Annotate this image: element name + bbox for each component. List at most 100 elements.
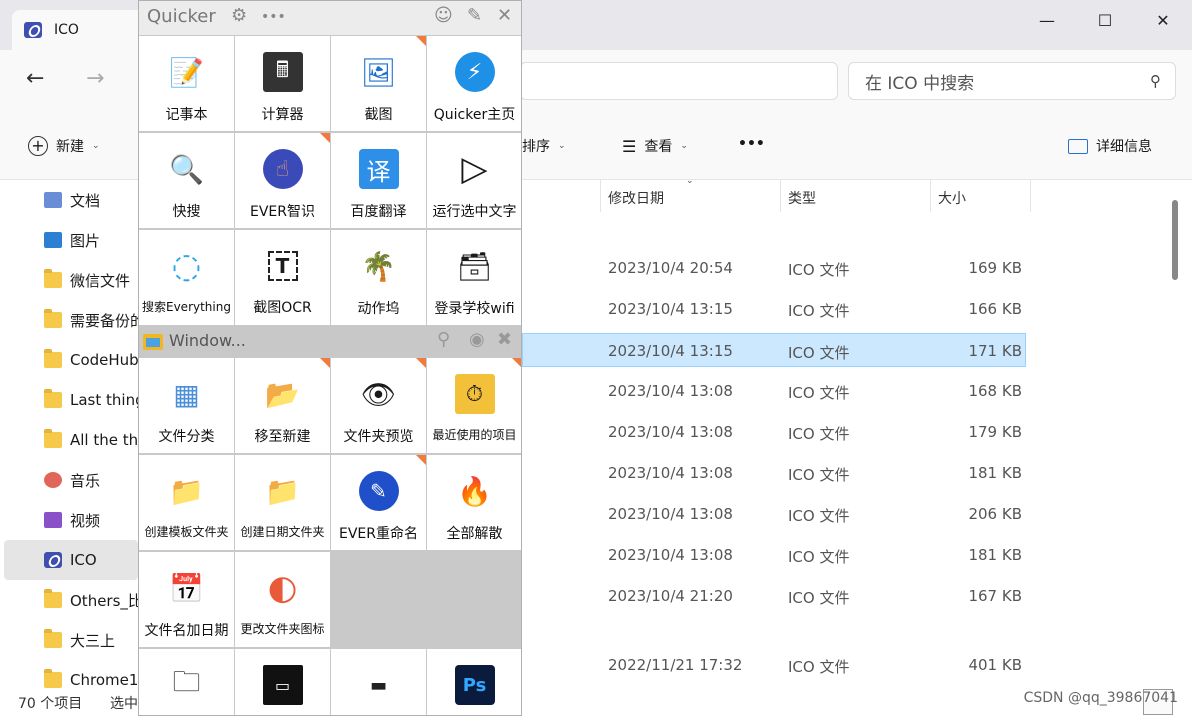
address-bar[interactable]	[520, 62, 838, 100]
selection-status: 选中	[110, 696, 138, 712]
column-separator[interactable]	[600, 180, 601, 212]
sidebar-item-ico[interactable]: ICO	[4, 540, 138, 580]
pin-icon[interactable]: ✎	[467, 5, 482, 26]
forward-arrow-icon[interactable]: →	[86, 66, 104, 91]
table-row[interactable]: 2023/10/4 13:08 ICO 文件 181 KB	[522, 538, 1026, 572]
gear-icon[interactable]: ⚙	[231, 5, 247, 26]
folder-icon	[44, 389, 62, 408]
table-row[interactable]: 2022/11/21 17:32 ICO 文件 401 KB	[522, 648, 1026, 682]
search-icon[interactable]: ⚲	[437, 329, 450, 350]
column-separator[interactable]	[1030, 180, 1031, 212]
action-quicker-home[interactable]: ⚡ Quicker主页	[427, 36, 521, 131]
folder-icon	[44, 589, 62, 608]
sidebar-item-pictures[interactable]: 图片	[4, 220, 138, 260]
action-calculator[interactable]: 🖩 计算器	[235, 36, 330, 131]
view-button[interactable]: ☰ 查看 ⌄	[622, 136, 688, 156]
sidebar-item-label: Others_比	[70, 591, 138, 610]
column-separator[interactable]	[930, 180, 931, 212]
sidebar-item-label: 大三上	[70, 631, 116, 650]
sidebar-item-label: 视频	[70, 511, 101, 530]
column-header-date[interactable]: 修改日期	[608, 188, 664, 208]
table-row[interactable]: 2023/10/4 13:08 ICO 文件 179 KB	[522, 415, 1026, 449]
action-recent-items[interactable]: ⏱ 最近使用的项目	[427, 358, 521, 453]
sidebar-item-last-thing[interactable]: Last thing	[4, 380, 138, 420]
action-baidu-translate[interactable]: 译百度翻译	[331, 133, 426, 228]
ocr-icon: T	[267, 251, 298, 281]
close-button[interactable]: ✕	[1134, 0, 1192, 40]
sidebar-item-backup[interactable]: 需要备份的	[4, 300, 138, 340]
lock-icon[interactable]: ◉	[469, 329, 485, 350]
maximize-button[interactable]: ☐	[1076, 0, 1134, 40]
sidebar-item-music[interactable]: 音乐	[4, 460, 138, 500]
action-dock[interactable]: 🌴 动作坞	[331, 230, 426, 325]
sidebar-item-junior[interactable]: 大三上	[4, 620, 138, 660]
table-row[interactable]: 2023/10/4 13:08 ICO 文件 206 KB	[522, 497, 1026, 531]
action-slot[interactable]: Ps	[427, 649, 521, 715]
row-date: 2023/10/4 13:15	[608, 300, 733, 318]
sidebar-item-wechat[interactable]: 微信文件	[4, 260, 138, 300]
action-change-folder-icon[interactable]: ◐ 更改文件夹图标	[235, 552, 330, 647]
column-separator[interactable]	[780, 180, 781, 212]
chevron-down-icon: ⌄	[680, 141, 688, 151]
details-pane-button[interactable]: 详细信息	[1068, 136, 1152, 156]
close-icon[interactable]: ✕	[497, 5, 512, 26]
sort-button[interactable]: 排序 ⌄	[522, 136, 566, 156]
action-label: 最近使用的项目	[432, 428, 517, 442]
vertical-scrollbar[interactable]	[1172, 200, 1178, 280]
action-dissolve-all[interactable]: 🔥 全部解散	[427, 455, 521, 550]
tools-icon[interactable]: ✖	[497, 329, 512, 350]
action-label: 文件分类	[158, 429, 215, 445]
search-input[interactable]: 在 ICO 中搜索 ⚲	[848, 62, 1176, 100]
action-school-wifi[interactable]: 🗃 登录学校wifi	[427, 230, 521, 325]
search-placeholder: 在 ICO 中搜索	[865, 73, 975, 94]
action-filename-add-date[interactable]: 📅 文件名加日期	[139, 552, 234, 647]
sidebar-item-documents[interactable]: 文档	[4, 180, 138, 220]
recent-folder-icon: ⏱	[454, 374, 495, 414]
action-notepad[interactable]: 📝 记事本	[139, 36, 234, 131]
sidebar-item-all-the-things[interactable]: All the thi	[4, 420, 138, 460]
chevron-down-icon: ⌄	[92, 141, 100, 151]
action-ever-zhishi[interactable]: ☝ EVER智识	[235, 133, 330, 228]
action-quick-search[interactable]: 🔍 快搜	[139, 133, 234, 228]
table-row[interactable]: 2023/10/4 20:54 ICO 文件 169 KB	[522, 251, 1026, 285]
table-row[interactable]: 2023/10/4 13:15 ICO 文件 166 KB	[522, 292, 1026, 326]
action-move-to-new[interactable]: 📂 移至新建	[235, 358, 330, 453]
action-screenshot-ocr[interactable]: T 截图OCR	[235, 230, 330, 325]
action-folder-preview[interactable]: 👁 文件夹预览	[331, 358, 426, 453]
terminal-icon: ▭	[262, 665, 303, 705]
back-arrow-icon[interactable]: ←	[26, 66, 44, 91]
user-icon[interactable]: ☺	[434, 5, 453, 26]
more-icon[interactable]: •••	[261, 9, 286, 25]
document-icon	[44, 192, 62, 208]
action-create-template-folder[interactable]: 📁 创建模板文件夹	[139, 455, 234, 550]
action-file-classify[interactable]: ▦ 文件分类	[139, 358, 234, 453]
row-size: 171 KB	[968, 342, 1022, 360]
action-screenshot[interactable]: 🖼 截图	[331, 36, 426, 131]
row-size: 166 KB	[968, 300, 1022, 318]
row-date: 2023/10/4 13:08	[608, 423, 733, 441]
fire-icon: 🔥	[457, 474, 492, 508]
more-options-button[interactable]: •••	[738, 136, 765, 152]
action-slot[interactable]: 🗀	[139, 649, 234, 715]
table-row[interactable]: 2023/10/4 13:08 ICO 文件 168 KB	[522, 374, 1026, 408]
action-create-date-folder[interactable]: 📁 创建日期文件夹	[235, 455, 330, 550]
minimize-button[interactable]: —	[1018, 0, 1076, 40]
table-row-selected[interactable]: 2023/10/4 13:15 ICO 文件 171 KB	[522, 333, 1026, 367]
sidebar-item-codehub[interactable]: CodeHub	[4, 340, 138, 380]
action-slot[interactable]: ▬	[331, 649, 426, 715]
sidebar-item-others[interactable]: Others_比	[4, 580, 138, 620]
sidebar-item-videos[interactable]: 视频	[4, 500, 138, 540]
row-date: 2023/10/4 20:54	[608, 259, 733, 277]
table-row[interactable]: 2023/10/4 13:08 ICO 文件 181 KB	[522, 456, 1026, 490]
sidebar-item-label: 图片	[70, 231, 101, 250]
column-header-size[interactable]: 大小	[938, 188, 966, 208]
action-slot[interactable]: ▭	[235, 649, 330, 715]
table-row[interactable]: 2023/10/4 21:20 ICO 文件 167 KB	[522, 579, 1026, 613]
new-button[interactable]: + 新建 ⌄	[28, 136, 100, 156]
action-search-everything[interactable]: ◌ 搜索Everything	[139, 230, 234, 325]
row-type: ICO 文件	[788, 658, 850, 676]
action-ever-rename[interactable]: ✎ EVER重命名	[331, 455, 426, 550]
sidebar-item-chrome[interactable]: Chrome1	[4, 660, 138, 690]
column-header-type[interactable]: 类型	[788, 188, 816, 208]
action-run-selected-text[interactable]: ▷ 运行选中文字	[427, 133, 521, 228]
